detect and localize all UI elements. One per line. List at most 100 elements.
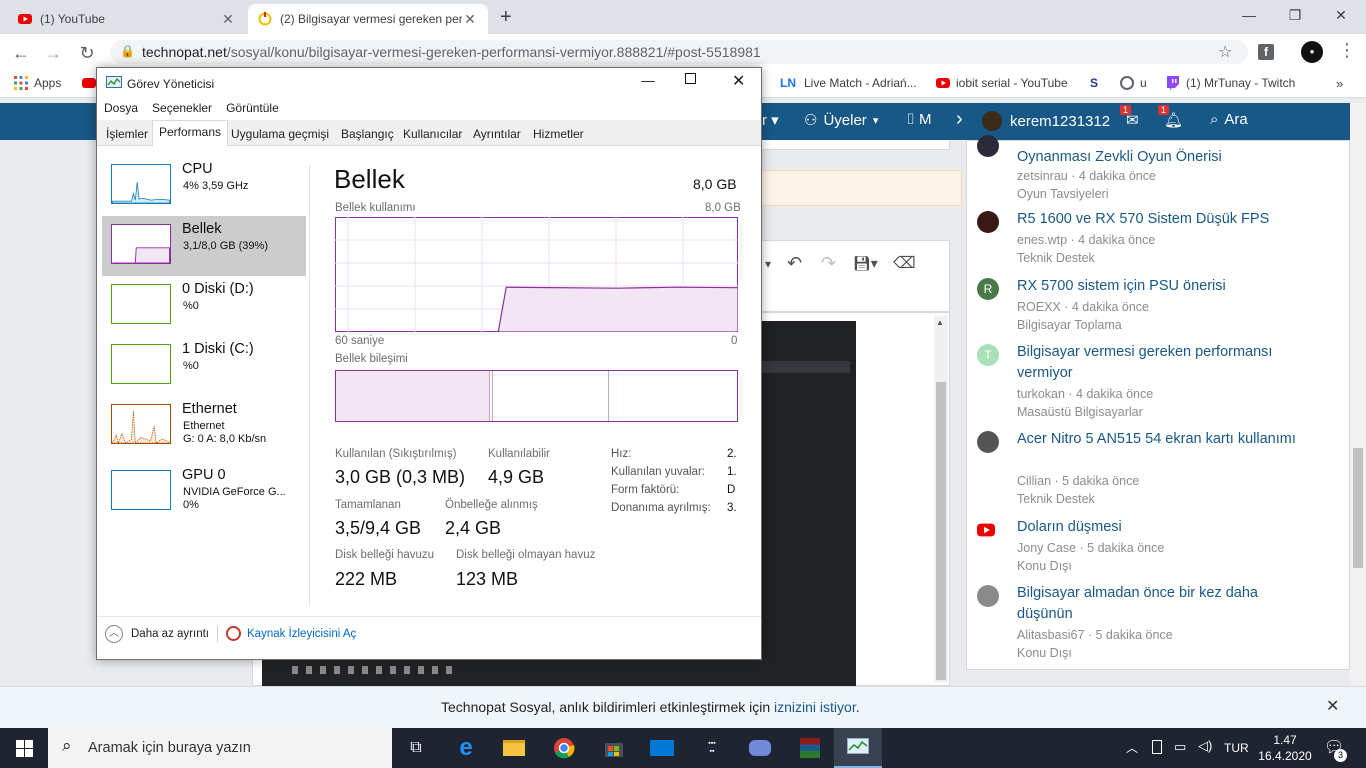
- tab-performance[interactable]: Performans: [152, 120, 229, 146]
- network-icon[interactable]: ▭: [1174, 739, 1186, 755]
- avatar[interactable]: [977, 431, 999, 453]
- tab-youtube[interactable]: (1) YouTube ✕: [8, 4, 246, 34]
- avatar[interactable]: [977, 211, 999, 233]
- thread-category[interactable]: Konu Dışı: [1017, 646, 1072, 660]
- mail-icon[interactable]: [638, 728, 686, 768]
- reload-icon[interactable]: ↻: [74, 40, 100, 66]
- menu-options[interactable]: Seçenekler: [152, 101, 212, 115]
- bookmark-s[interactable]: S: [1090, 76, 1098, 90]
- menu-view[interactable]: Görüntüle: [226, 101, 279, 115]
- perf-item-disk-c[interactable]: 1 Diski (C:) %0: [102, 336, 306, 396]
- tab-services[interactable]: Hizmetler: [527, 123, 590, 145]
- file-explorer-icon[interactable]: [490, 728, 538, 768]
- back-icon[interactable]: ←: [8, 40, 34, 66]
- save-draft-icon[interactable]: 💾︎▾: [853, 255, 878, 272]
- tab-users[interactable]: Kullanıcılar: [397, 123, 468, 145]
- thread-title[interactable]: Doların düşmesi: [1017, 517, 1317, 538]
- menu-dots-icon[interactable]: ⋮: [1338, 40, 1356, 61]
- bookmark-twitch[interactable]: (1) MrTunay - Twitch: [1166, 76, 1295, 90]
- nav-user[interactable]: kerem1231312: [982, 111, 1110, 131]
- volume-icon[interactable]: ◁): [1198, 738, 1212, 754]
- app-shortcut-icon[interactable]: ▪▪▪ ▪▪: [688, 728, 736, 768]
- thread-title[interactable]: R5 1600 ve RX 570 Sistem Düşük FPS: [1017, 209, 1317, 230]
- forward-icon[interactable]: →: [40, 40, 66, 66]
- avatar[interactable]: R: [977, 278, 999, 300]
- discord-icon[interactable]: [736, 728, 784, 768]
- winrar-icon[interactable]: [786, 728, 834, 768]
- editor-scrollbar[interactable]: ▲: [934, 316, 948, 682]
- nav-scroll-right-icon[interactable]: ›: [956, 108, 963, 131]
- tab-details[interactable]: Ayrıntılar: [467, 123, 527, 145]
- perf-item-gpu[interactable]: GPU 0 NVIDIA GeForce G... 0%: [102, 462, 306, 522]
- redo-icon[interactable]: ↷: [821, 253, 836, 274]
- avatar[interactable]: T: [977, 344, 999, 366]
- thread-title[interactable]: Oynanması Zevkli Oyun Önerisi: [1017, 147, 1317, 168]
- eraser-icon[interactable]: ⌫: [893, 253, 916, 273]
- bookmark-apps[interactable]: Apps: [14, 76, 61, 90]
- start-button[interactable]: [0, 728, 48, 768]
- restore-icon[interactable]: ❐: [1272, 0, 1318, 30]
- bookmark-live-match[interactable]: LN Live Match - Adriań...: [780, 76, 917, 90]
- perf-item-memory[interactable]: Bellek 3,1/8,0 GB (39%): [102, 216, 306, 276]
- nav-members[interactable]: ⚇ Üyeler ▾: [804, 111, 878, 130]
- thread-title[interactable]: Bilgisayar almadan önce bir kez daha düş…: [1017, 583, 1317, 625]
- taskbar-search-box[interactable]: ⌕ Aramak için buraya yazın: [48, 728, 392, 768]
- thread-category[interactable]: Bilgisayar Toplama: [1017, 318, 1122, 332]
- minimize-icon[interactable]: —: [1226, 0, 1272, 30]
- chrome-icon[interactable]: [540, 728, 588, 768]
- thread-category[interactable]: Teknik Destek: [1017, 492, 1095, 506]
- task-manager-taskbar-icon[interactable]: [834, 728, 882, 768]
- chevron-down-icon[interactable]: ▾: [765, 257, 771, 271]
- tab-technopat[interactable]: (2) Bilgisayar vermesi gereken per ✕: [248, 4, 488, 34]
- thread-title[interactable]: Acer Nitro 5 AN515 54 ekran kartı kullan…: [1017, 429, 1317, 450]
- menu-file[interactable]: Dosya: [104, 101, 138, 115]
- avatar[interactable]: [977, 135, 999, 157]
- tab-app-history[interactable]: Uygulama geçmişi: [225, 123, 335, 145]
- tm-maximize-icon[interactable]: [685, 73, 696, 84]
- thread-category[interactable]: Teknik Destek: [1017, 251, 1095, 265]
- page-scrollbar[interactable]: [1350, 103, 1366, 686]
- fewer-details-button[interactable]: ︿ Daha az ayrıntı: [105, 625, 209, 643]
- open-resource-monitor-link[interactable]: Kaynak İzleyicisini Aç: [226, 626, 356, 641]
- tm-title-bar[interactable]: Görev Yöneticisi — ✕: [97, 68, 761, 98]
- thread-title[interactable]: Bilgisayar vermesi gereken performansı v…: [1017, 342, 1317, 384]
- thread-title[interactable]: RX 5700 sistem için PSU önerisi: [1017, 276, 1317, 297]
- nav-alerts[interactable]: 🔔︎ 1: [1158, 105, 1183, 129]
- new-tab-button[interactable]: +: [500, 6, 512, 29]
- close-window-icon[interactable]: ✕: [1318, 0, 1364, 30]
- perf-item-disk-d[interactable]: 0 Diski (D:) %0: [102, 276, 306, 336]
- address-bar[interactable]: 🔒 technopat.net/sosyal/konu/bilgisayar-v…: [110, 40, 1248, 64]
- profile-avatar[interactable]: ●: [1301, 41, 1323, 63]
- youtube-icon[interactable]: [977, 523, 995, 537]
- nav-messages[interactable]: ✉ 1: [1120, 105, 1139, 129]
- show-hidden-icons-icon[interactable]: ︿: [1126, 739, 1138, 756]
- bookmark-u[interactable]: u: [1120, 76, 1147, 90]
- tab-processes[interactable]: İşlemler: [100, 123, 154, 145]
- tm-close-icon[interactable]: ✕: [732, 71, 745, 91]
- battery-icon[interactable]: [1152, 740, 1162, 754]
- clock[interactable]: 1.47 16.4.2020: [1258, 732, 1312, 764]
- more-bookmarks-icon[interactable]: »: [1336, 76, 1343, 91]
- undo-icon[interactable]: ↶: [787, 253, 802, 274]
- close-tab-icon[interactable]: ✕: [220, 11, 236, 28]
- perf-item-ethernet[interactable]: Ethernet Ethernet G: 0 A: 8,0 Kb/sn: [102, 396, 306, 456]
- thread-category[interactable]: Oyun Tavsiyeleri: [1017, 187, 1108, 201]
- tab-startup[interactable]: Başlangıç: [335, 123, 400, 145]
- facebook-icon[interactable]: f: [1258, 44, 1274, 60]
- tm-minimize-icon[interactable]: —: [641, 72, 655, 88]
- input-language[interactable]: TUR: [1224, 741, 1249, 755]
- nav-media[interactable]: ⌷ M: [906, 111, 932, 128]
- bookmark-star-icon[interactable]: ☆: [1218, 42, 1232, 62]
- edge-icon[interactable]: e: [442, 728, 490, 768]
- nav-partial-chevron[interactable]: r ▾: [762, 111, 779, 129]
- store-icon[interactable]: [590, 728, 638, 768]
- nav-search[interactable]: ⌕ Ara: [1210, 111, 1248, 128]
- avatar[interactable]: [977, 585, 999, 607]
- thread-category[interactable]: Masaüstü Bilgisayarlar: [1017, 405, 1143, 419]
- bookmark-iobit[interactable]: iobit serial - YouTube: [936, 76, 1068, 90]
- thread-category[interactable]: Konu Dışı: [1017, 559, 1072, 573]
- close-tab-icon[interactable]: ✕: [462, 11, 478, 28]
- task-view-icon[interactable]: ⧉: [392, 728, 440, 768]
- perf-item-cpu[interactable]: CPU 4% 3,59 GHz: [102, 156, 306, 216]
- close-notification-icon[interactable]: ✕: [1326, 696, 1339, 716]
